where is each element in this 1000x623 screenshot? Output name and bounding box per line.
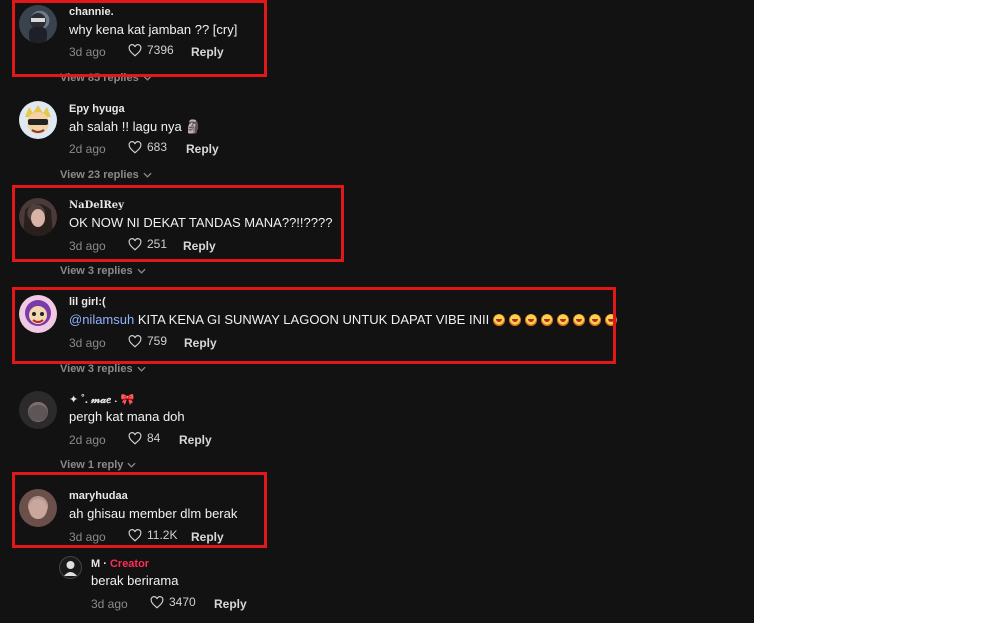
reply-button[interactable]: Reply [179,433,212,447]
comment-time: 2d ago [69,142,106,156]
chevron-down-icon [127,462,136,468]
avatar[interactable] [19,391,57,429]
like-count: 3470 [169,595,196,609]
reply-button[interactable]: Reply [186,142,219,156]
avatar[interactable] [19,101,57,139]
comment-text: ah salah !! lagu nya 🗿 [69,119,202,134]
like-button[interactable]: 3470 [150,595,196,609]
heart-icon [128,140,142,154]
highlight-box [12,185,344,262]
like-count: 84 [147,431,161,445]
chevron-down-icon [137,268,146,274]
avatar[interactable] [59,556,82,579]
username[interactable]: Epy hyuga [69,103,125,115]
creator-username[interactable]: M [91,558,100,570]
view-replies-button[interactable]: View 3 replies [60,265,146,277]
separator: · [103,558,107,570]
comments-panel: channie. why kena kat jamban ?? [cry] 3d… [0,0,754,623]
chevron-down-icon [143,172,152,178]
like-button[interactable]: 683 [128,140,167,154]
view-replies-button[interactable]: View 3 replies [60,363,146,375]
view-replies-label: View 23 replies [60,169,139,181]
view-replies-label: View 3 replies [60,363,133,375]
username[interactable]: ✦ ˚. 𝓂𝒶𝑒 ˖ 🎀 [69,393,134,407]
reply-button[interactable]: Reply [214,597,247,611]
chevron-down-icon [137,366,146,372]
highlight-box [12,472,267,548]
comment-text: berak berirama [91,573,179,588]
heart-icon [150,595,164,609]
comment-time: 2d ago [69,433,106,447]
like-count: 683 [147,140,168,154]
heart-icon [128,431,142,445]
view-replies-label: View 3 replies [60,265,133,277]
comment-text: pergh kat mana doh [69,409,185,424]
view-replies-button[interactable]: View 23 replies [60,169,152,181]
highlight-box [12,287,616,364]
highlight-box [12,0,267,77]
like-button[interactable]: 84 [128,431,160,445]
creator-badge: Creator [109,558,150,570]
comment-time: 3d ago [91,597,128,611]
view-replies-label: View 1 reply [60,459,124,471]
username: M · Creator [91,558,149,570]
view-replies-button[interactable]: View 1 reply [60,459,136,471]
